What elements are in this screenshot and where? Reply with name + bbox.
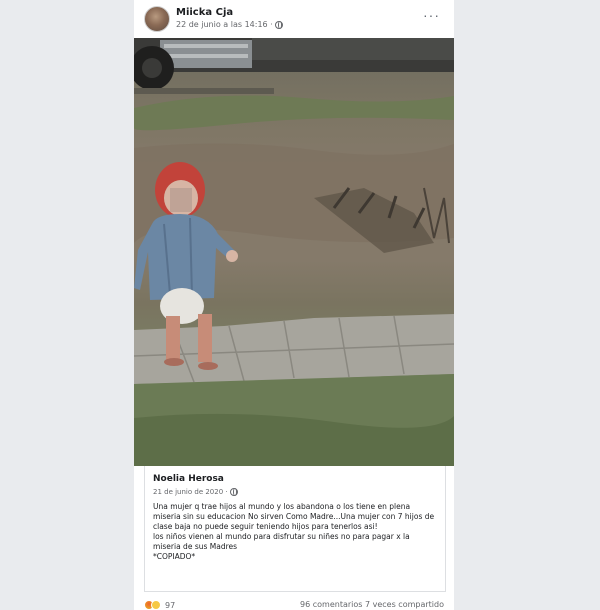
post-meta: 22 de junio a las 14:16 · <box>176 20 283 29</box>
more-options-icon[interactable]: ··· <box>423 8 440 22</box>
post-stats[interactable]: 96 comentarios 7 veces compartido <box>300 600 444 609</box>
globe-icon <box>229 488 238 496</box>
shared-meta: 21 de junio de 2020 · <box>153 488 437 496</box>
post-photo[interactable] <box>134 38 454 466</box>
haha-icon <box>151 600 161 610</box>
shared-post[interactable]: Noelia Herosa 21 de junio de 2020 · Una … <box>144 466 446 592</box>
post-header: Miicka Cja 22 de junio a las 14:16 · ··· <box>134 0 454 38</box>
shared-timestamp[interactable]: 21 de junio de 2020 · <box>153 488 228 496</box>
shared-text: Una mujer q trae hijos al mundo y los ab… <box>153 502 435 561</box>
reaction-count[interactable]: 97 <box>165 601 175 610</box>
shared-author[interactable]: Noelia Herosa <box>153 474 437 484</box>
reactions[interactable]: 97 <box>144 600 175 610</box>
avatar[interactable] <box>144 6 170 32</box>
globe-icon <box>274 20 283 29</box>
post-timestamp[interactable]: 22 de junio a las 14:16 · <box>176 20 273 29</box>
post-card: Miicka Cja 22 de junio a las 14:16 · ··· <box>134 0 454 610</box>
post-author[interactable]: Miicka Cja <box>176 7 233 18</box>
post-footer: 97 96 comentarios 7 veces compartido <box>134 598 454 610</box>
